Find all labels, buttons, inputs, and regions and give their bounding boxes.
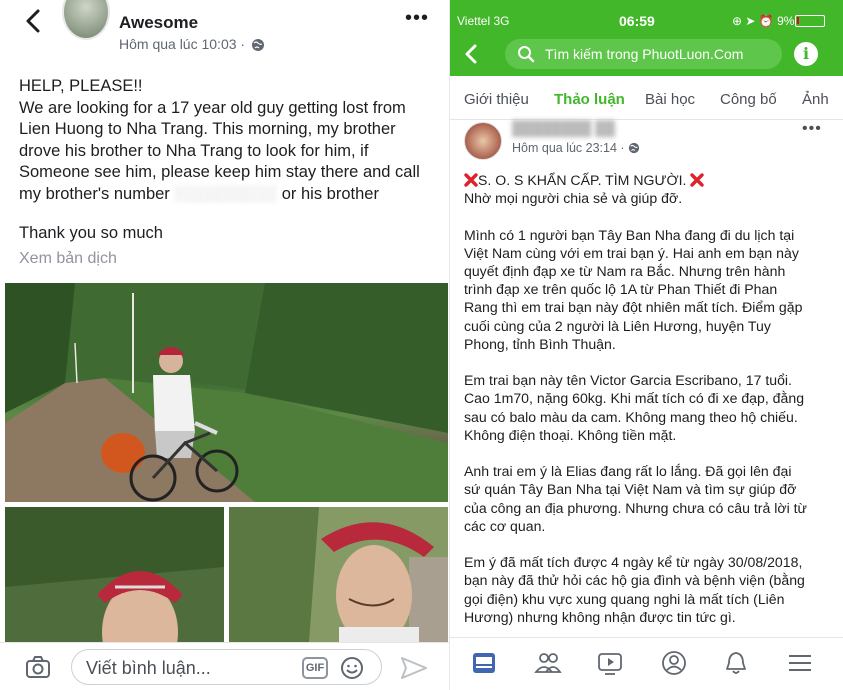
post-line: Lien Huong to Nha Trang. This morning, m… xyxy=(19,120,396,138)
back-arrow-icon[interactable] xyxy=(462,43,480,65)
poster-name-redacted[interactable]: ████████ ██ xyxy=(512,120,615,136)
photo-helmet-close-image xyxy=(5,507,224,642)
alarm-icon: ⊕ ➤ ⏰ xyxy=(732,14,774,28)
notifications-icon[interactable] xyxy=(722,649,750,677)
nav-bar: Tìm kiếm trong PhuotLuon.Com i xyxy=(450,32,843,76)
post-thanks: Thank you so much xyxy=(19,224,163,242)
photo-cyclist-image xyxy=(5,283,448,502)
headline-sub: Nhờ mọi người chia sẻ và giúp đỡ. xyxy=(464,190,683,207)
tab-anh[interactable]: Ảnh xyxy=(802,91,829,108)
carrier-label: Viettel 3G xyxy=(457,14,510,28)
gif-button[interactable]: GIF xyxy=(302,657,328,679)
camera-icon[interactable] xyxy=(25,654,51,680)
comment-bar: Viết bình luận... GIF xyxy=(0,642,449,690)
battery-icon xyxy=(795,15,825,27)
timestamp-text: Hôm qua lúc 10:03 · xyxy=(119,36,246,52)
clock: 06:59 xyxy=(619,13,655,29)
post-line: my brother's number X 0000000 27 or his … xyxy=(19,184,439,206)
photo-helmet-close[interactable] xyxy=(5,507,224,642)
status-bar: Viettel 3G 06:59 ⊕ ➤ ⏰ 9% xyxy=(450,0,843,32)
group-tabs: Giới thiệu Thảo luận Bài học Công bố Ảnh xyxy=(450,76,843,120)
number-line-before: my brother's number xyxy=(19,184,170,203)
post-paragraph: Em ý đã mất tích được 4 ngày kể từ ngày … xyxy=(464,554,805,625)
headline-row: S. O. S KHẨN CẤP. TÌM NGƯỜI. xyxy=(464,171,836,189)
photo-cyclist[interactable] xyxy=(5,283,448,502)
post-timestamp[interactable]: Hôm qua lúc 10:03 · xyxy=(119,36,265,52)
more-options-icon[interactable]: ••• xyxy=(405,7,429,30)
post-line: drove his brother to Nha Trang to look f… xyxy=(19,141,369,160)
search-icon xyxy=(518,46,535,63)
info-icon[interactable]: i xyxy=(794,42,818,66)
see-translation-link[interactable]: Xem bản dịch xyxy=(19,250,117,268)
post-body: HELP, PLEASE!! We are looking for a 17 y… xyxy=(19,76,439,219)
menu-icon[interactable] xyxy=(786,649,814,677)
group-search-input[interactable]: Tìm kiếm trong PhuotLuon.Com xyxy=(505,39,782,69)
comment-input[interactable]: Viết bình luận... GIF xyxy=(71,649,382,685)
number-line-after: or his brother xyxy=(277,184,379,203)
back-chevron-icon[interactable] xyxy=(22,8,44,34)
post-line: Someone see him, please keep him stay th… xyxy=(19,163,420,181)
status-icons: ⊕ ➤ ⏰ 9% xyxy=(732,14,794,28)
emoji-icon[interactable] xyxy=(340,656,364,680)
post-body: S. O. S KHẨN CẤP. TÌM NGƯỜI. Nhờ mọi ngư… xyxy=(464,171,836,644)
post-paragraph: Mình có 1 người bạn Tây Ban Nha đang đi … xyxy=(464,226,803,352)
poster-avatar[interactable] xyxy=(464,122,502,160)
timestamp-text: Hôm qua lúc 23:14 · xyxy=(512,141,625,155)
redacted-number: X 0000000 27 xyxy=(174,184,278,203)
tab-cong-bo[interactable]: Công bố xyxy=(720,91,777,108)
tab-bai-hoc[interactable]: Bài học xyxy=(645,91,695,108)
globe-icon xyxy=(251,39,264,51)
left-facebook-post: Awesome Hôm qua lúc 10:03 · ••• HELP, PL… xyxy=(0,0,449,690)
groups-icon[interactable] xyxy=(534,649,562,677)
battery-percent: 9% xyxy=(777,14,795,28)
redacted-line xyxy=(19,205,439,219)
post-paragraph: Anh trai em ý là Elias đang rất lo lắng.… xyxy=(464,463,807,534)
post-timestamp[interactable]: Hôm qua lúc 23:14 · xyxy=(512,141,640,155)
watch-icon[interactable] xyxy=(596,649,624,677)
comment-placeholder: Viết bình luận... xyxy=(86,658,211,678)
more-options-icon[interactable]: ••• xyxy=(802,120,822,138)
news-feed-icon[interactable] xyxy=(470,649,498,677)
photo-helmet-side-image xyxy=(229,507,448,642)
red-x-icon xyxy=(690,173,705,187)
photo-helmet-side[interactable] xyxy=(229,507,448,642)
globe-icon xyxy=(628,142,640,154)
send-icon[interactable] xyxy=(399,655,429,681)
author-avatar[interactable] xyxy=(62,0,110,40)
profile-icon[interactable] xyxy=(660,649,688,677)
post-line: HELP, PLEASE!! xyxy=(19,77,143,95)
search-placeholder: Tìm kiếm trong PhuotLuon.Com xyxy=(545,46,744,62)
tab-thao-luan[interactable]: Thảo luận xyxy=(554,91,625,108)
right-group-post: Viettel 3G 06:59 ⊕ ➤ ⏰ 9% Tìm kiếm trong… xyxy=(449,0,843,690)
post-line: We are looking for a 17 year old guy get… xyxy=(19,98,406,117)
author-name[interactable]: Awesome xyxy=(119,13,198,33)
bottom-nav xyxy=(450,637,843,690)
tab-gioi-thieu[interactable]: Giới thiệu xyxy=(464,91,529,108)
headline-text: S. O. S KHẨN CẤP. TÌM NGƯỜI. xyxy=(478,172,687,188)
red-x-icon xyxy=(464,173,478,187)
post-paragraph: Em trai bạn này tên Victor Garcia Escrib… xyxy=(464,372,805,443)
